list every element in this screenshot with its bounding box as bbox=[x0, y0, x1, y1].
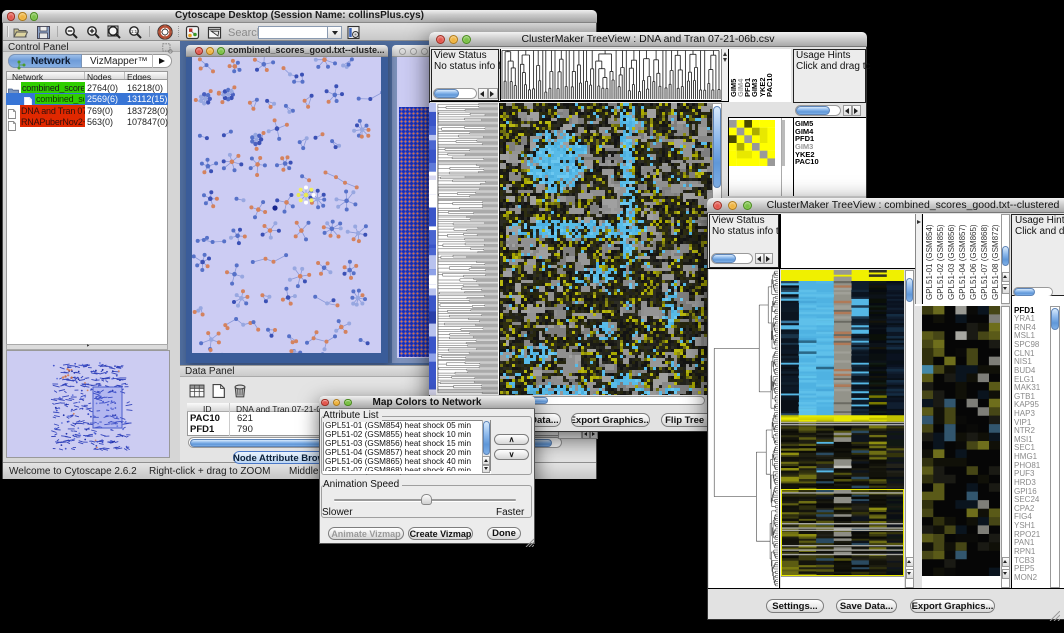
svg-text:1:1: 1:1 bbox=[131, 29, 138, 34]
